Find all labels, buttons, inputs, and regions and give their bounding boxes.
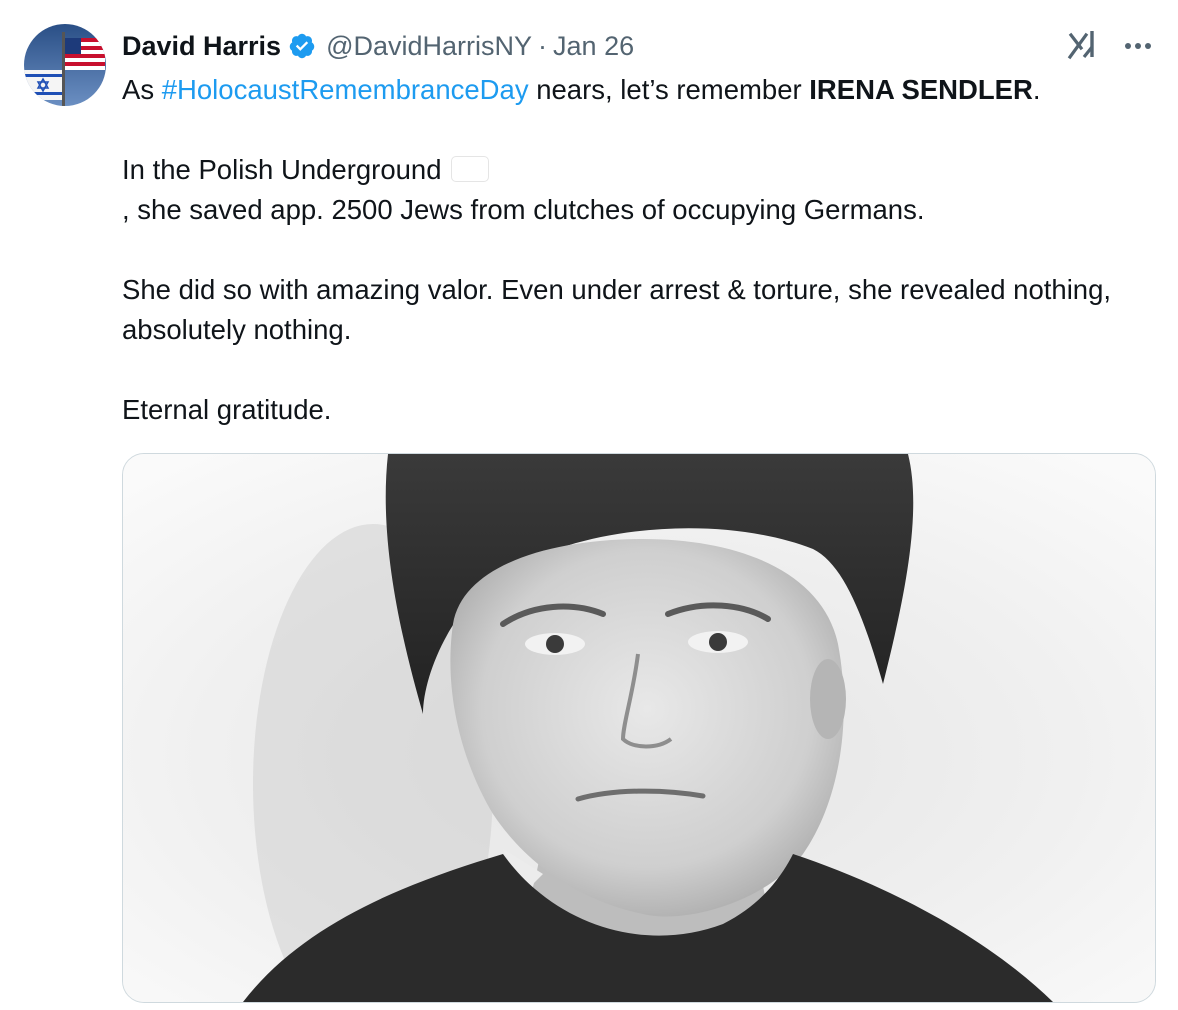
separator-dot: · (538, 30, 548, 61)
text-segment: As (122, 74, 162, 105)
tweet-paragraph-3: She did so with amazing valor. Even unde… (122, 274, 1112, 345)
author-name[interactable]: David Harris (122, 31, 281, 62)
text-segment: , she saved app. 2500 Jews from clutches… (122, 194, 925, 225)
tweet-header: David Harris @DavidHarrisNY · Jan 26 (122, 26, 634, 66)
author-handle[interactable]: @DavidHarrisNY (326, 31, 532, 62)
tweet-date[interactable]: Jan 26 (553, 31, 634, 62)
verified-badge-icon[interactable] (288, 32, 316, 60)
tweet-paragraph-1: As #HolocaustRemembranceDay nears, let’s… (122, 70, 1152, 110)
text-segment: nears, let’s remember (528, 74, 810, 105)
text-segment: . (1032, 74, 1041, 105)
tweet-media-photo[interactable] (122, 453, 1156, 1003)
poland-flag-emoji-icon (451, 156, 489, 182)
israel-us-flags-avatar-icon (24, 24, 106, 106)
tweet-paragraph-4: Eternal gratitude. (122, 394, 332, 425)
avatar[interactable] (24, 24, 106, 106)
tweet-paragraph-2: In the Polish Underground (122, 150, 1152, 190)
bold-name: IRENA SENDLER (809, 74, 1033, 105)
text-segment: In the Polish Underground (122, 154, 450, 185)
grok-icon[interactable] (1064, 26, 1104, 62)
tweet-text: As #HolocaustRemembranceDay nears, let’s… (122, 70, 1152, 430)
portrait-photo (123, 454, 1155, 1002)
hashtag-link[interactable]: #HolocaustRemembranceDay (162, 74, 529, 105)
more-options-icon[interactable] (1118, 34, 1158, 58)
